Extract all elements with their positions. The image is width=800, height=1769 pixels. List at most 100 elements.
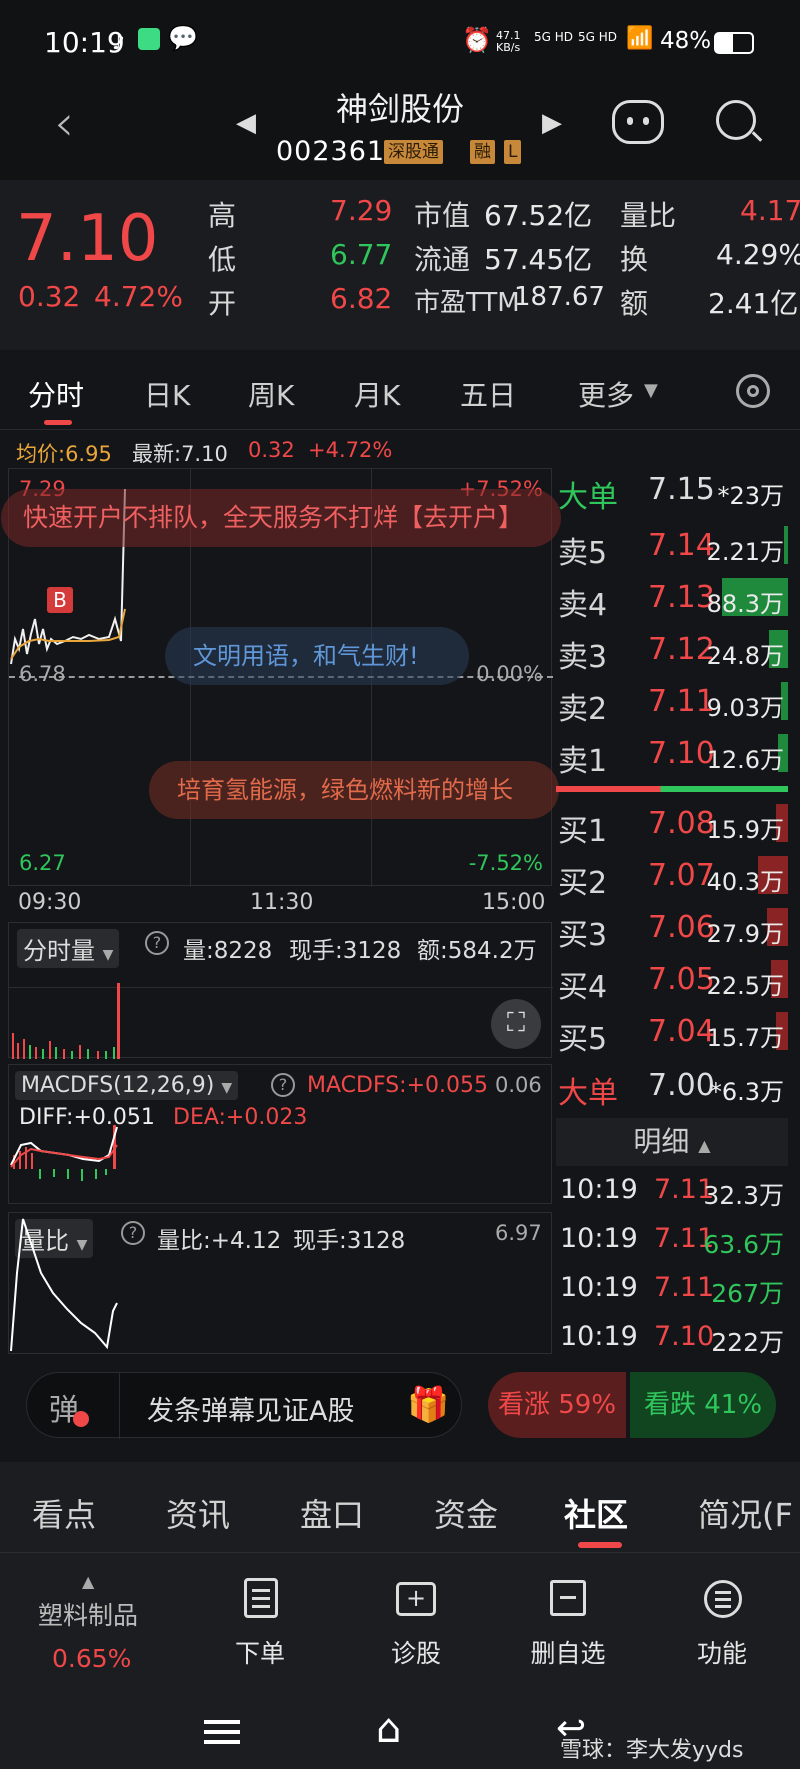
vote-down-button[interactable]: 看跌 41%: [630, 1372, 776, 1438]
trade-time: 10:19: [560, 1321, 638, 1352]
message-icon: 💬: [168, 24, 198, 52]
tab-indicator: [44, 420, 72, 425]
vote-up-button[interactable]: 看涨 59%: [488, 1372, 626, 1438]
latest-change-pct: +4.72%: [308, 438, 393, 462]
sector-name[interactable]: 塑料制品: [38, 1596, 138, 1632]
time-mid: 11:30: [250, 890, 314, 915]
ask-row[interactable]: 卖5 7.14 2.21万: [556, 520, 788, 571]
diagnose-button[interactable]: 诊股: [356, 1634, 476, 1670]
diagnose-icon: +: [396, 1582, 436, 1616]
bid-row[interactable]: 买5 7.04 15.7万: [556, 1006, 788, 1057]
danmu-input-bar[interactable]: 弹 发条弹幕见证A股 🎁: [26, 1372, 462, 1439]
volume-ratio-panel: 量比 ▼ ? 量比:+4.12 现手:3128 6.97: [8, 1212, 552, 1354]
ask-price: 7.14: [648, 528, 715, 563]
help-icon[interactable]: ?: [145, 931, 169, 955]
sentiment-vote: 看涨 59% 看跌 41%: [488, 1372, 776, 1438]
time-end: 15:00: [482, 890, 546, 915]
order-button[interactable]: 下单: [200, 1634, 320, 1670]
tab-indicator: [578, 1542, 622, 1548]
music-icon: ♪: [112, 30, 125, 54]
low-value: 6.77: [330, 238, 393, 271]
bid-label: 买4: [558, 970, 608, 1005]
bid-volume: 15.9万: [706, 816, 784, 844]
help-icon[interactable]: ?: [271, 1073, 295, 1097]
tab-monthly-k[interactable]: 月K: [354, 374, 400, 414]
bid-price: 7.07: [648, 858, 715, 893]
bid-price: 7.04: [648, 1014, 715, 1049]
danmu-dot-icon: [73, 1411, 89, 1427]
trade-time: 10:19: [560, 1223, 638, 1254]
ask-label: 卖1: [558, 744, 608, 779]
tab-daily-k[interactable]: 日K: [144, 374, 190, 414]
macd-chart: [10, 1125, 118, 1181]
bid-row[interactable]: 买2 7.07 40.3万: [556, 850, 788, 901]
volume-bars: [12, 983, 120, 1059]
sector-pct: 0.65%: [52, 1644, 132, 1673]
detail-header[interactable]: 明细 ▲: [556, 1118, 788, 1166]
gift-icon[interactable]: 🎁: [407, 1385, 449, 1425]
tab-orderbook[interactable]: 盘口: [300, 1490, 364, 1536]
macd-selector[interactable]: MACDFS(12,26,9) ▼: [15, 1071, 239, 1100]
function-button[interactable]: 功能: [662, 1634, 782, 1670]
bid-label: 买1: [558, 814, 608, 849]
danmu-banner-2[interactable]: 文明用语，和气生财!: [165, 627, 469, 685]
macd-panel: MACDFS(12,26,9) ▼ ? MACDFS:+0.055 0.06 D…: [8, 1064, 552, 1204]
tab-profile[interactable]: 简况(F: [698, 1490, 793, 1536]
tab-weekly-k[interactable]: 周K: [248, 374, 294, 414]
ask-volume: 88.3万: [706, 590, 784, 618]
margin-badge: 融: [470, 140, 495, 164]
price-change: 0.32: [18, 280, 81, 313]
vr-value: 4.17: [740, 194, 800, 227]
ask-label: 卖3: [558, 640, 608, 675]
bid-price: 7.05: [648, 962, 715, 997]
tab-community[interactable]: 社区: [564, 1490, 628, 1536]
amount-label: 额: [620, 287, 649, 320]
bid-row[interactable]: 买4 7.05 22.5万: [556, 954, 788, 1005]
search-icon[interactable]: [716, 100, 763, 142]
tab-highlights[interactable]: 看点: [32, 1490, 96, 1536]
tab-more[interactable]: 更多: [578, 374, 634, 414]
battery-icon: [714, 32, 754, 54]
tab-news[interactable]: 资讯: [166, 1490, 230, 1536]
settings-icon[interactable]: [736, 374, 770, 408]
big-order-label: 大单: [558, 480, 618, 515]
bid-price: 7.08: [648, 806, 715, 841]
recent-apps-icon[interactable]: [204, 1720, 240, 1744]
home-icon[interactable]: ⌂: [376, 1706, 401, 1752]
bid-price: 7.06: [648, 910, 715, 945]
intraday-chart[interactable]: B 7.29 +7.52% 6.78 0.00% 6.27 -7.52% 快速开…: [1, 468, 561, 887]
wifi-icon: 📶: [626, 26, 654, 51]
bid-row[interactable]: 买3 7.06 27.9万: [556, 902, 788, 953]
ask-row[interactable]: 卖2 7.11 9.03万: [556, 676, 788, 727]
remove-watchlist-button[interactable]: 删自选: [508, 1634, 628, 1670]
ask-row[interactable]: 卖4 7.13 88.3万: [556, 572, 788, 623]
danmu-banner-3[interactable]: 培育氢能源，绿色燃料新的增长: [149, 761, 559, 819]
low-label: 低: [208, 243, 237, 276]
vr-chart: [10, 1218, 118, 1352]
ask-row[interactable]: 卖1 7.10 12.6万: [556, 728, 788, 779]
tab-intraday[interactable]: 分时: [28, 374, 84, 414]
big-order-price: 7.00: [648, 1068, 715, 1103]
robot-icon[interactable]: [612, 100, 664, 144]
big-order-vol: *6.3万: [709, 1078, 784, 1106]
ask-row[interactable]: 卖3 7.12 24.8万: [556, 624, 788, 675]
ask-price: 7.12: [648, 632, 715, 667]
menu-icon: [704, 1580, 742, 1618]
danmu-banner-1[interactable]: 快速开户不排队，全天服务不打烊【去开户】: [1, 489, 561, 547]
ask-volume: 9.03万: [706, 694, 784, 722]
bid-ask-ratio-bar: [556, 786, 788, 792]
expand-icon[interactable]: ⛶: [491, 999, 541, 1049]
ask-price: 7.13: [648, 580, 715, 615]
trade-price: 7.11: [654, 1272, 715, 1303]
trade-detail-row: 10:19 7.11 32.3万: [556, 1166, 788, 1214]
tab-five-day[interactable]: 五日: [460, 374, 516, 414]
buy-marker[interactable]: B: [47, 587, 73, 613]
chart-bottom-pct: -7.52%: [468, 851, 543, 875]
time-start: 09:30: [18, 890, 82, 915]
trade-time: 10:19: [560, 1272, 638, 1303]
l-badge: L: [504, 140, 522, 164]
next-stock-icon[interactable]: ▶: [542, 108, 562, 138]
bid-row[interactable]: 买1 7.08 15.9万: [556, 798, 788, 849]
volume-selector[interactable]: 分时量 ▼: [17, 929, 120, 968]
tab-capital[interactable]: 资金: [434, 1490, 498, 1536]
